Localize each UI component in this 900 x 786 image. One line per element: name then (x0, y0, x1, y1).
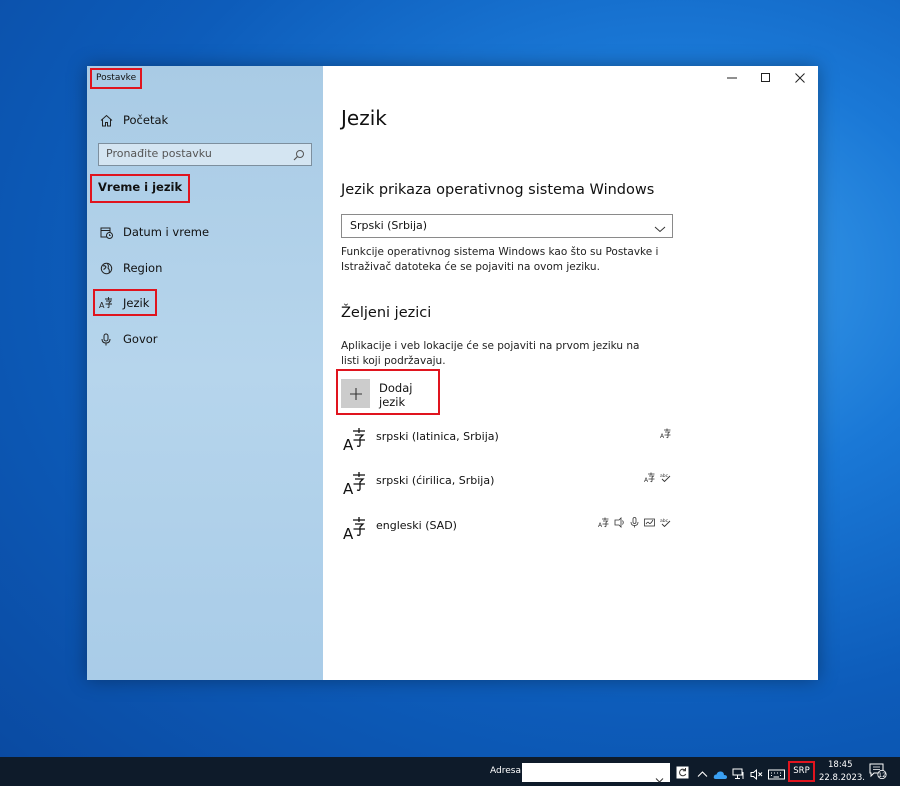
preferred-languages-description: Aplikacije i veb lokacije će se pojaviti… (341, 340, 640, 367)
chevron-up-icon[interactable] (697, 765, 708, 784)
display-language-value: Srpski (Srbija) (350, 219, 428, 232)
spellcheck-icon: abc (660, 473, 671, 483)
chevron-down-icon (654, 220, 666, 241)
language-pack-icon: A (598, 517, 609, 528)
plus-icon (341, 379, 370, 408)
display-language-description: Funkcije operativnog sistema Windows kao… (341, 246, 659, 273)
language-name: engleski (SAD) (376, 519, 457, 532)
handwriting-icon (644, 518, 655, 527)
language-pack-icon: A (660, 428, 671, 439)
svg-text:A: A (598, 522, 603, 528)
list-item[interactable]: A engleski (SAD) A abc (341, 515, 671, 545)
home-label: Početak (123, 113, 169, 127)
add-language-label: Dodaj jezik (379, 381, 413, 409)
address-label: Adresa (490, 766, 521, 776)
notification-count: 12 (878, 771, 887, 779)
sidebar-item-label: Region (123, 261, 163, 275)
microphone-icon (99, 332, 113, 346)
language-name: srpski (latinica, Srbija) (376, 430, 499, 443)
language-pack-icon: A (644, 472, 655, 483)
search-icon (293, 148, 305, 168)
list-item[interactable]: A srpski (ćirilica, Srbija) A abc (341, 470, 671, 500)
address-input[interactable] (522, 763, 670, 783)
list-item[interactable]: A srpski (latinica, Srbija) A (341, 426, 671, 456)
input-language-indicator[interactable]: SRP (788, 761, 815, 782)
display-language-heading: Jezik prikaza operativnog sistema Window… (341, 182, 655, 198)
add-language-button[interactable]: Dodaj jezik (336, 369, 440, 415)
globe-icon (99, 261, 113, 275)
language-icon: A (343, 470, 367, 500)
calendar-clock-icon (99, 225, 113, 239)
sidebar-item-language[interactable]: A Jezik (92, 289, 158, 316)
sidebar-item-label: Jezik (123, 295, 150, 310)
svg-text:A: A (644, 477, 649, 483)
sidebar-item-region[interactable]: Region (99, 256, 162, 280)
spellcheck-icon: abc (660, 518, 671, 528)
sidebar-item-label: Datum i vreme (123, 225, 210, 239)
text-to-speech-icon (614, 517, 624, 528)
app-title: Postavke (89, 68, 143, 89)
refresh-icon[interactable] (676, 764, 689, 783)
search-placeholder: Pronađite postavku (106, 147, 212, 160)
network-icon[interactable] (732, 765, 745, 784)
taskbar: Adresa SRP 18:45 22.8.2023. 12 (0, 757, 900, 786)
speaker-muted-icon[interactable] (750, 765, 763, 784)
keyboard-icon[interactable] (768, 765, 785, 784)
sidebar: Postavke Početak Pronađite postavku Vrem… (87, 66, 323, 680)
settings-window: Postavke Početak Pronađite postavku Vrem… (87, 66, 818, 680)
clock-time[interactable]: 18:45 (828, 760, 853, 770)
chevron-down-icon (655, 769, 664, 786)
search-input[interactable]: Pronađite postavku (98, 143, 312, 166)
main-content: Jezik Jezik prikaza operativnog sistema … (323, 66, 818, 680)
sidebar-item-speech[interactable]: Govor (99, 327, 158, 351)
preferred-languages-heading: Željeni jezici (341, 305, 432, 321)
home-button[interactable]: Početak (99, 108, 168, 132)
svg-text:A: A (660, 433, 665, 439)
sidebar-item-date-time[interactable]: Datum i vreme (99, 220, 209, 244)
page-title: Jezik (341, 106, 387, 130)
language-icon: A (99, 296, 113, 310)
svg-text:A: A (343, 480, 354, 496)
svg-text:A: A (343, 436, 354, 452)
sidebar-item-label: Govor (123, 332, 158, 346)
home-icon (99, 113, 113, 127)
language-name: srpski (ćirilica, Srbija) (376, 474, 495, 487)
language-icon: A (343, 515, 367, 545)
clock-date[interactable]: 22.8.2023. (819, 773, 865, 783)
language-icon: A (343, 426, 367, 456)
svg-text:A: A (99, 301, 105, 309)
display-language-select[interactable]: Srpski (Srbija) (341, 214, 673, 238)
onedrive-icon[interactable] (713, 765, 728, 784)
microphone-icon (630, 517, 639, 528)
section-title: Vreme i jezik (89, 174, 191, 203)
svg-text:A: A (343, 525, 354, 541)
